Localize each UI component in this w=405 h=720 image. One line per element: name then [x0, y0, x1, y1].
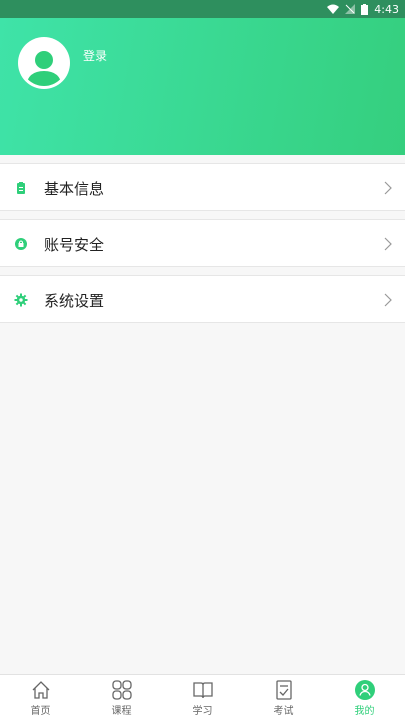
chevron-right-icon [384, 237, 392, 251]
wifi-icon [327, 4, 340, 14]
menu-item-label: 基本信息 [44, 180, 105, 198]
profile-header: 登录 [0, 18, 405, 155]
tab-exam[interactable]: 考试 [243, 675, 324, 720]
chevron-right-icon [384, 293, 392, 307]
battery-icon [361, 3, 369, 15]
tab-label: 考试 [273, 706, 294, 717]
home-icon [32, 681, 49, 699]
menu-item-label: 账号安全 [44, 236, 105, 254]
login-link[interactable]: 登录 [83, 47, 107, 64]
menu-item-system-settings[interactable]: 系统设置 [0, 275, 405, 323]
menu-item-label: 系统设置 [44, 292, 105, 310]
tab-label: 我的 [354, 706, 375, 717]
tab-label: 学习 [192, 706, 213, 717]
profile-icon [354, 680, 375, 700]
book-icon [192, 682, 213, 699]
status-bar: 4:43 [0, 0, 405, 18]
exam-icon [275, 680, 292, 700]
menu-item-basic-info[interactable]: 基本信息 [0, 163, 405, 211]
lock-icon [15, 238, 27, 250]
tab-mine[interactable]: 我的 [324, 675, 405, 720]
tab-home[interactable]: 首页 [0, 675, 81, 720]
menu-item-account-security[interactable]: 账号安全 [0, 219, 405, 267]
gear-icon [14, 293, 28, 307]
clipboard-icon [17, 182, 25, 194]
status-time: 4:43 [374, 2, 399, 16]
user-silhouette-icon [26, 51, 62, 86]
bottom-tab-bar: 首页 课程 学习 考试 我的 [0, 674, 405, 720]
chevron-right-icon [384, 181, 392, 195]
tab-label: 课程 [111, 706, 132, 717]
tab-study[interactable]: 学习 [162, 675, 243, 720]
tab-label: 首页 [30, 706, 51, 717]
tab-courses[interactable]: 课程 [81, 675, 162, 720]
grid-icon [111, 680, 132, 700]
avatar[interactable] [18, 37, 70, 89]
signal-icon [345, 4, 356, 14]
